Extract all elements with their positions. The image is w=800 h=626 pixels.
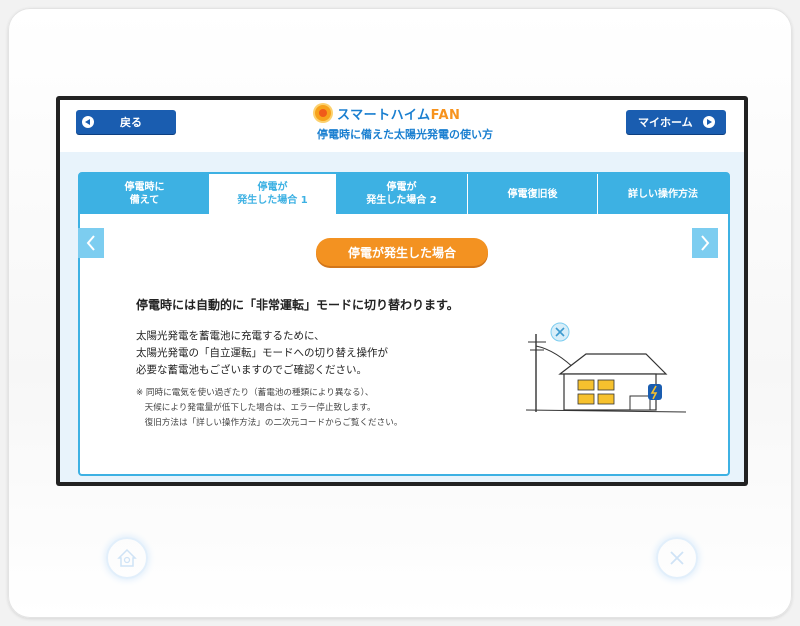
sun-logo-icon: [315, 105, 331, 121]
note-line: 天候により発電量が低下した場合は、エラー停止致します。: [136, 403, 376, 413]
content-panel: 停電時に 備えて 停電が 発生した場合 1 停電が 発生した場合 2 停電復旧後…: [78, 172, 730, 476]
app-name: スマートハイム: [337, 107, 431, 123]
my-home-button[interactable]: マイホーム: [626, 110, 726, 134]
top-bar: 戻る スマートハイムFAN 停電時に備えた太陽光発電の使い方 マイホーム: [60, 100, 744, 152]
body-line: 必要な蓄電池もございますのでご確認ください。: [136, 364, 367, 376]
close-hardware-button[interactable]: [656, 537, 698, 579]
tab-bar: 停電時に 備えて 停電が 発生した場合 1 停電が 発生した場合 2 停電復旧後…: [80, 174, 728, 214]
body-line: 太陽光発電の「自立運転」モードへの切り替え操作が: [136, 347, 388, 359]
headline: 停電時には自動的に「非常運転」モードに切り替わります。: [136, 298, 459, 312]
home-hardware-icon: [117, 548, 137, 567]
app-name-accent: FAN: [430, 107, 461, 123]
house-illustration: [525, 322, 687, 413]
tab-outage-2[interactable]: 停電が 発生した場合 2: [336, 174, 468, 214]
back-arrow-icon: [82, 116, 94, 128]
home-arrow-icon: [702, 116, 715, 128]
next-page-button[interactable]: [692, 228, 718, 258]
page-title: 停電時に備えた太陽光発電の使い方: [317, 128, 493, 141]
back-label: 戻る: [120, 116, 142, 129]
body-text: 太陽光発電を蓄電池に充電するために、 太陽光発電の「自立運転」モードへの切り替え…: [136, 328, 388, 379]
tab-details[interactable]: 詳しい操作方法: [598, 174, 728, 214]
note-line: 復旧方法は「詳しい操作方法」の二次元コードからご覧ください。: [136, 418, 403, 428]
back-button[interactable]: 戻る: [76, 110, 176, 134]
home-label: マイホーム: [638, 116, 693, 129]
body-line: 太陽光発電を蓄電池に充電するために、: [136, 330, 325, 342]
prev-page-button[interactable]: [78, 228, 104, 258]
app-logo: スマートハイムFAN: [315, 104, 495, 123]
home-hardware-button[interactable]: [106, 537, 148, 579]
chevron-left-icon: [86, 235, 95, 251]
note-line: ※ 同時に電気を使い過ぎたり（蓄電池の種類により異なる）、: [136, 388, 374, 398]
close-hardware-icon: [670, 551, 684, 565]
tab-prepare[interactable]: 停電時に 備えて: [80, 174, 210, 214]
note-text: ※ 同時に電気を使い過ぎたり（蓄電池の種類により異なる）、 天候により発電量が低…: [136, 386, 402, 431]
chevron-right-icon: [701, 235, 710, 251]
section-badge: 停電が発生した場合: [316, 238, 488, 266]
tab-recovery[interactable]: 停電復旧後: [468, 174, 598, 214]
tab-outage-1[interactable]: 停電が 発生した場合 1: [210, 174, 336, 214]
